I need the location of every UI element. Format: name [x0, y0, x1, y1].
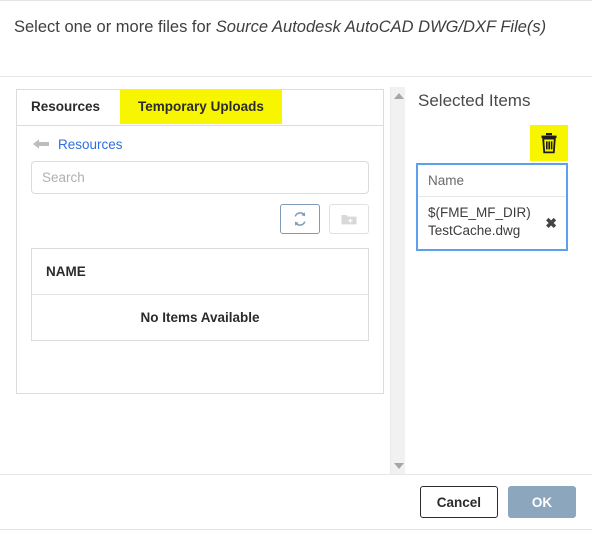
tab-bar: Resources Temporary Uploads [17, 90, 383, 126]
refresh-icon [294, 212, 306, 226]
list-item[interactable]: $(FME_MF_DIR)TestCache.dwg ✖ [418, 197, 566, 249]
breadcrumb-link-resources[interactable]: Resources [58, 137, 123, 152]
selected-items-list: Name $(FME_MF_DIR)TestCache.dwg ✖ [416, 163, 568, 251]
scroll-down-arrow-icon[interactable] [391, 459, 406, 473]
selected-items-panel: Selected Items Name $(FME_MF_DIR)TestCac… [416, 89, 578, 251]
file-table-empty-message: No Items Available [140, 310, 260, 325]
page-title: Select one or more files for Source Auto… [14, 13, 568, 42]
footer-button-group: Cancel OK [419, 486, 576, 518]
trash-icon [541, 133, 557, 154]
selected-item-name: $(FME_MF_DIR)TestCache.dwg [428, 205, 531, 238]
scroll-up-arrow-icon[interactable] [391, 89, 406, 103]
delete-selected-button[interactable] [530, 125, 568, 161]
close-icon[interactable]: ✖ [545, 216, 557, 230]
new-folder-icon [341, 214, 357, 224]
cancel-button[interactable]: Cancel [419, 486, 498, 518]
back-arrow-icon[interactable] [31, 137, 51, 151]
refresh-button[interactable] [280, 204, 320, 234]
file-table: NAME No Items Available [31, 248, 369, 341]
selected-items-title: Selected Items [418, 91, 531, 110]
selected-items-column-header: Name [418, 165, 566, 197]
tab-temporary-uploads[interactable]: Temporary Uploads [120, 90, 282, 124]
file-table-header-name: NAME [32, 249, 368, 295]
vertical-scrollbar[interactable] [390, 87, 405, 475]
browse-toolbar [280, 204, 369, 234]
file-chooser-dialog: Select one or more files for Source Auto… [0, 0, 592, 536]
new-folder-button[interactable] [329, 204, 369, 234]
dialog-body: Resources Temporary Uploads Resources Se… [0, 77, 592, 475]
search-input[interactable] [31, 161, 369, 194]
ok-button[interactable]: OK [508, 486, 576, 518]
dialog-title-plain: Select one or more files for [14, 18, 216, 36]
breadcrumb: Resources [31, 134, 123, 154]
dialog-bottom-strip [0, 529, 592, 536]
dialog-header: Select one or more files for Source Auto… [0, 2, 592, 77]
browse-panel: Resources Temporary Uploads Resources Se… [16, 89, 384, 394]
dialog-footer: Cancel OK [0, 474, 592, 536]
dialog-title-emphasis: Source Autodesk AutoCAD DWG/DXF File(s) [215, 18, 547, 36]
tab-resources[interactable]: Resources [31, 90, 114, 124]
